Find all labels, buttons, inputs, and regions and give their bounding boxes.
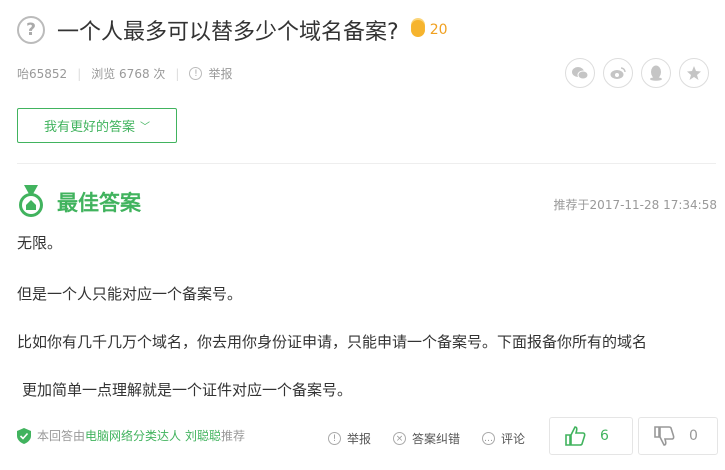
share-bar	[565, 58, 709, 88]
asker-name[interactable]: 咍65852	[17, 65, 67, 82]
dislike-count: 0	[689, 428, 698, 444]
reward-badge: 20	[410, 22, 448, 38]
chevron-down-icon: ﹀	[140, 122, 150, 133]
comment-button[interactable]: … 评论	[482, 430, 525, 447]
weibo-icon[interactable]	[603, 58, 633, 88]
meta-divider: |	[77, 66, 82, 81]
coin-icon	[410, 23, 425, 37]
close-circle-icon: ×	[393, 432, 407, 445]
category-expert-link[interactable]: 电脑网络分类达人	[85, 427, 181, 444]
view-count: 浏览 6768 次	[91, 67, 166, 81]
better-answer-button[interactable]: 我有更好的答案 ﹀	[17, 108, 177, 143]
recommend-prefix: 本回答由	[37, 429, 86, 443]
question-title: 一个人最多可以替多少个域名备案?	[57, 20, 399, 45]
thumbs-down-icon	[654, 426, 675, 446]
report-icon: !	[189, 67, 203, 80]
recommender-link[interactable]: 刘聪聪	[185, 427, 221, 444]
answer-actions: ! 举报 × 答案纠错 … 评论	[328, 430, 547, 447]
section-divider	[17, 163, 716, 164]
answer-line: 更加简单一点理解就是一个证件对应一个备案号。	[22, 381, 353, 399]
report-icon: !	[328, 432, 341, 445]
wechat-icon[interactable]	[565, 58, 595, 88]
answer-line: 比如你有几千几万个域名，你去用你身份证申请，只能申请一个备案号。下面报备你所有的…	[17, 333, 648, 351]
question-header: ? 一个人最多可以替多少个域名备案? 20	[17, 14, 448, 46]
recommend-footer: 本回答由 电脑网络分类达人 刘聪聪 推荐	[17, 427, 245, 444]
medal-icon	[17, 185, 45, 219]
qzone-icon[interactable]	[679, 58, 709, 88]
shield-check-icon	[17, 427, 31, 444]
best-answer-header: 最佳答案	[17, 185, 141, 219]
qq-icon[interactable]	[641, 58, 671, 88]
better-answer-label: 我有更好的答案	[43, 120, 135, 135]
dislike-button[interactable]: 0	[638, 417, 718, 455]
answer-line: 但是一个人只能对应一个备案号。	[17, 285, 243, 303]
dispute-button[interactable]: × 答案纠错	[393, 430, 460, 447]
report-button[interactable]: ! 举报	[328, 430, 371, 447]
best-answer-label: 最佳答案	[57, 191, 141, 215]
reward-amount: 20	[429, 22, 448, 38]
dispute-label: 答案纠错	[412, 432, 461, 446]
like-button[interactable]: 6	[549, 417, 633, 455]
report-label: 举报	[347, 432, 372, 446]
like-count: 6	[600, 428, 609, 444]
question-meta: 咍65852 | 浏览 6768 次 | ! 举报	[17, 65, 232, 82]
answer-line: 无限。	[17, 234, 63, 252]
report-link[interactable]: 举报	[208, 65, 232, 82]
recommend-time: 推荐于2017-11-28 17:34:58	[553, 198, 717, 212]
question-icon: ?	[17, 16, 45, 44]
comment-icon: …	[482, 432, 496, 445]
thumbs-up-icon	[565, 426, 586, 446]
comment-label: 评论	[501, 432, 526, 446]
recommend-suffix: 推荐	[221, 429, 246, 443]
meta-divider: |	[175, 66, 180, 81]
